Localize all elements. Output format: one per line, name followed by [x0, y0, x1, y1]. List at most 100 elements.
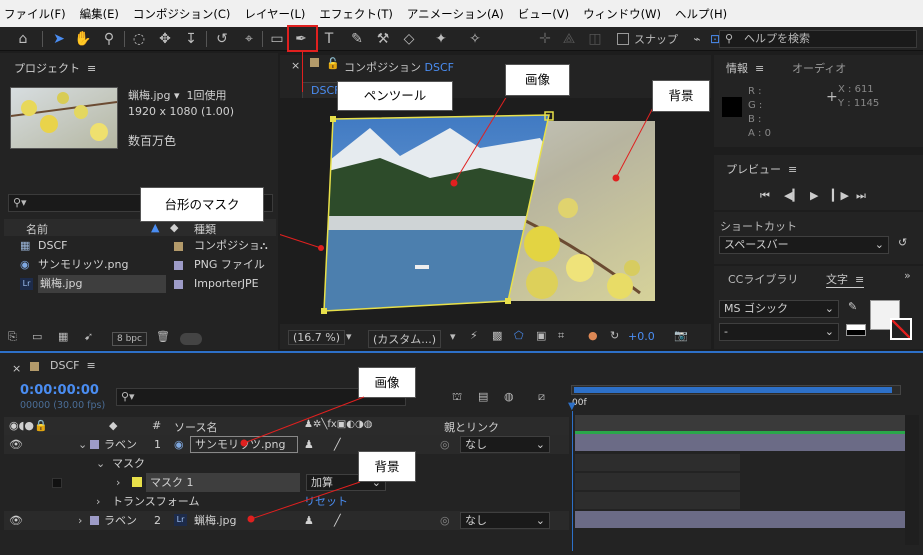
toggle-switch[interactable] [180, 333, 202, 345]
mask-visibility-icon[interactable]: ⬠ [514, 329, 524, 342]
project-item-png[interactable]: ◉ サンモリッツ.png PNG ファイル [4, 256, 276, 274]
anchor-tool-icon[interactable]: ⌖ [240, 30, 258, 48]
menu-animation[interactable]: アニメーション(A) [407, 6, 504, 22]
fill-stroke-toggle[interactable] [846, 324, 866, 336]
project-panel-title[interactable]: プロジェクト ≡ [14, 60, 96, 76]
project-item-comp[interactable]: ▦ DSCF コンポジショ ⛬ [4, 237, 276, 255]
camera-snap-icon[interactable]: ⌁ [688, 30, 706, 48]
switches-icons[interactable]: ♟✲╲fx▣◐◑◍ [304, 419, 372, 430]
transparency-grid-icon[interactable]: ▩ [492, 329, 502, 342]
new-comp-icon[interactable]: ▦ [58, 330, 68, 343]
home-icon[interactable]: ⌂ [14, 30, 32, 48]
font-family-dropdown[interactable]: MS ゴシック ⌄ [719, 300, 839, 318]
layer-row-2[interactable]: 👁 › ラベン 2 Lr 蝋梅.jpg ♟ ╱ ◎ なし ⌄ [4, 511, 569, 530]
shy-layers-icon[interactable]: ⛫ [452, 390, 462, 405]
flowchart-icon[interactable]: ⛬ [260, 237, 268, 255]
reset-link[interactable]: リセット [304, 492, 348, 511]
layer-source-name[interactable]: 蝋梅.jpg [194, 511, 237, 530]
motion-blur-icon[interactable]: ◍ [504, 390, 514, 403]
eraser-tool-icon[interactable]: ◇ [400, 30, 418, 48]
mask-name[interactable]: マスク 1 [146, 473, 300, 492]
chevron-down-icon[interactable]: ⌄ [78, 435, 87, 454]
layer-row-1[interactable]: 👁 ⌄ ラベン 1 ◉ サンモリッツ.png ♟ ╱ ◎ なし ⌄ [4, 435, 569, 454]
chevron-right-icon[interactable]: › [78, 511, 82, 530]
menu-view[interactable]: ビュー(V) [518, 6, 569, 22]
menu-composition[interactable]: コンポジション(C) [133, 6, 231, 22]
label-swatch[interactable] [174, 261, 183, 270]
source-name-header[interactable]: ソース名 [174, 419, 217, 435]
layer-label-swatch[interactable] [90, 440, 99, 449]
parent-pickwhip-icon[interactable]: ◎ [440, 511, 450, 530]
next-frame-icon[interactable]: ▎▶︎ [832, 189, 849, 202]
hand-tool-icon[interactable]: ✋ [74, 30, 92, 48]
bit-depth-button[interactable]: 8 bpc [112, 332, 147, 346]
type-tool-icon[interactable]: T [320, 30, 338, 48]
mask-group-row[interactable]: ⌄ マスク [4, 454, 569, 473]
rectangle-tool-icon[interactable]: ▭ [268, 30, 286, 48]
lock-icon[interactable]: 🔓 [326, 57, 340, 70]
chevron-down-icon[interactable]: ▾ [450, 330, 456, 343]
comp-label-swatch[interactable] [310, 58, 319, 67]
chevron-down-icon[interactable]: ▾ [346, 330, 352, 343]
resolution-dropdown[interactable]: (カスタム...) [368, 330, 442, 348]
viewer-canvas[interactable] [259, 85, 711, 324]
fast-preview-icon[interactable]: ⚡ [470, 329, 478, 342]
first-frame-icon[interactable]: ⏮ [760, 189, 770, 203]
last-frame-icon[interactable]: ⏭ [856, 189, 866, 203]
column-name[interactable]: 名前 [26, 221, 48, 237]
menu-file[interactable]: ファイル(F) [4, 6, 66, 22]
mask-1-row[interactable]: › マスク 1 加算 ⌄ [4, 473, 569, 492]
menu-effect[interactable]: エフェクト(T) [319, 6, 393, 22]
render-queue-icon[interactable]: ➹ [84, 330, 93, 343]
quality-switch-icon[interactable]: ╱ [334, 435, 341, 454]
playhead-icon[interactable]: ▼ [568, 401, 576, 412]
panel-overflow-icon[interactable]: » [904, 269, 911, 282]
av-switches-icon[interactable]: ◉◖●🔒 [9, 419, 48, 432]
guides-icon[interactable]: ⌗ [558, 329, 564, 343]
menu-edit[interactable]: 編集(E) [80, 6, 119, 22]
graph-editor-icon[interactable]: ⧄ [538, 390, 545, 404]
channel-icon[interactable]: ● [588, 329, 598, 342]
shortcut-dropdown[interactable]: スペースバー ⌄ [719, 236, 889, 254]
parent-dropdown[interactable]: なし ⌄ [460, 512, 550, 529]
stroke-color-swatch[interactable] [890, 318, 912, 340]
reset-exposure-icon[interactable]: ↻ [610, 329, 619, 342]
eyedropper-icon[interactable]: ✎ [848, 300, 857, 313]
shy-switch-icon[interactable]: ♟ [304, 435, 314, 454]
shy-switch-icon[interactable]: ♟ [304, 511, 314, 530]
close-icon[interactable]: × [291, 59, 300, 72]
font-style-dropdown[interactable]: - ⌄ [719, 323, 839, 341]
orbit-tool-icon[interactable]: ◌ [130, 30, 148, 48]
parent-dropdown[interactable]: なし ⌄ [460, 436, 550, 453]
close-icon[interactable]: × [12, 362, 21, 375]
label-tag-icon[interactable]: ◆ [170, 221, 178, 234]
mask-lock-box[interactable] [52, 478, 62, 488]
pan-tool-icon[interactable]: ✥ [156, 30, 174, 48]
label-swatch[interactable] [174, 242, 183, 251]
trash-icon[interactable]: 🗑 [156, 330, 170, 343]
menu-layer[interactable]: レイヤー(L) [244, 6, 305, 22]
current-time-display[interactable]: 0:00:00:00 [20, 383, 99, 398]
dolly-tool-icon[interactable]: ↧ [182, 30, 200, 48]
selection-tool-icon[interactable]: ➤ [50, 30, 68, 48]
comp-tab[interactable]: コンポジション DSCF [344, 59, 454, 75]
layer-label-swatch[interactable] [90, 516, 99, 525]
clone-stamp-icon[interactable]: ⚒ [374, 30, 392, 48]
zoom-tool-icon[interactable]: ⚲ [100, 30, 118, 48]
comp-label-swatch[interactable] [30, 362, 39, 371]
snap-checkbox[interactable] [617, 33, 629, 45]
snapshot-icon[interactable]: 📷 [674, 329, 688, 342]
work-area-range[interactable] [574, 387, 892, 393]
visibility-eye-icon[interactable]: 👁 [9, 511, 23, 530]
label-tag-icon[interactable]: ◆ [109, 419, 117, 432]
new-folder-icon[interactable]: ▭ [32, 330, 42, 343]
parent-link-header[interactable]: 親とリンク [444, 419, 499, 435]
info-tab[interactable]: 情報 ≡ [726, 60, 764, 76]
interpret-footage-icon[interactable]: ⎘ [8, 330, 17, 344]
menu-window[interactable]: ウィンドウ(W) [583, 6, 661, 22]
layer-2-duration-bar[interactable] [575, 511, 905, 528]
rotate-tool-icon[interactable]: ↺ [213, 30, 231, 48]
time-ruler[interactable] [575, 415, 905, 431]
visibility-eye-icon[interactable]: 👁 [9, 435, 23, 454]
reset-icon[interactable]: ↺ [898, 236, 907, 249]
